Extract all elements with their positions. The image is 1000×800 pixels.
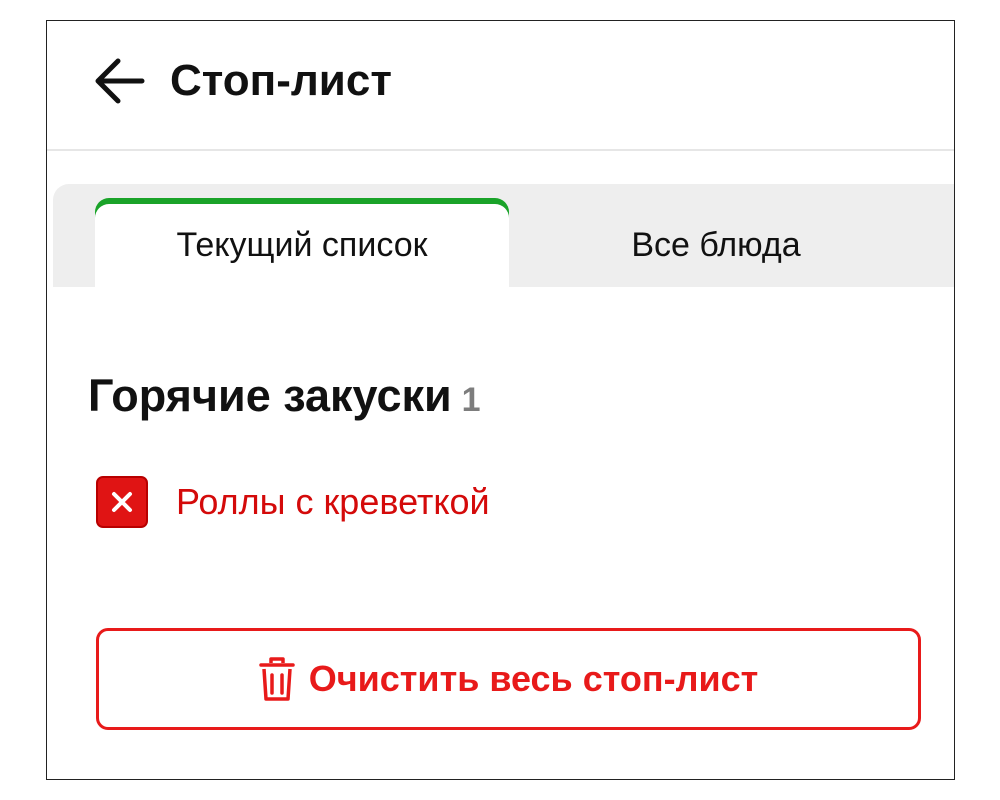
remove-item-button[interactable] xyxy=(96,476,148,528)
clear-button-label: Очистить весь стоп-лист xyxy=(308,658,759,699)
back-button[interactable] xyxy=(91,52,149,110)
section-title: Горячие закуски xyxy=(88,370,452,421)
arrow-left-icon xyxy=(95,58,145,104)
header: Стоп-лист xyxy=(47,21,954,151)
section-heading: Горячие закуски 1 xyxy=(88,366,481,426)
clear-stop-list-button[interactable]: Очистить весь стоп-лист xyxy=(96,628,921,730)
section-count: 1 xyxy=(461,381,481,419)
app-window: Стоп-лист Текущий список Все блюда Горяч… xyxy=(46,20,955,780)
page-title: Стоп-лист xyxy=(170,56,392,105)
close-icon xyxy=(112,492,132,512)
trash-icon xyxy=(259,657,295,701)
tab-current-list[interactable]: Текущий список xyxy=(95,198,509,287)
tab-all-dishes[interactable]: Все блюда xyxy=(509,198,923,287)
tab-bar: Текущий список Все блюда xyxy=(53,184,954,287)
stop-list-item: Роллы с креветкой xyxy=(96,476,490,528)
item-name: Роллы с креветкой xyxy=(176,481,490,522)
